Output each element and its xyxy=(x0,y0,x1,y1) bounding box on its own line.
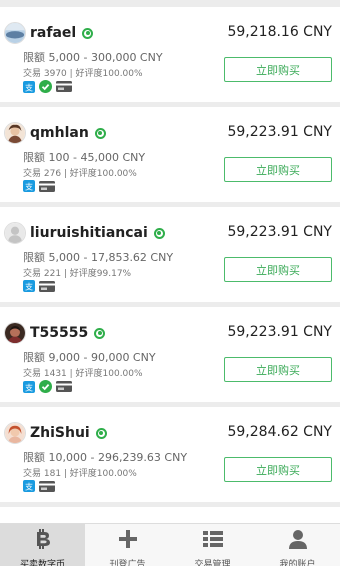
online-status-icon xyxy=(94,127,106,139)
offer-card: ZhiShui 59,284.62 CNY 限额 10,000 - 296,23… xyxy=(0,407,340,502)
bank-card-icon xyxy=(56,81,72,92)
offer-stats: 交易 276 | 好评度100.00% xyxy=(23,169,137,179)
tab-label: 交易管理 xyxy=(194,560,231,566)
buy-now-button[interactable]: 立即购买 xyxy=(224,257,332,282)
avatar[interactable] xyxy=(4,322,26,344)
svg-text:支: 支 xyxy=(25,182,33,192)
payment-methods: 支 xyxy=(23,80,76,93)
bank-card-icon xyxy=(39,480,55,492)
bitcoin-icon xyxy=(34,528,52,554)
tab-label: 买卖数字币 xyxy=(19,560,65,566)
offer-card: liuruishitiancai 59,223.91 CNY 限额 5,000 … xyxy=(0,207,340,302)
buy-now-button[interactable]: 立即购买 xyxy=(224,157,332,182)
tab-trade-management[interactable]: 交易管理 xyxy=(170,524,255,566)
avatar[interactable] xyxy=(4,22,26,44)
offer-stats: 交易 181 | 好评度100.00% xyxy=(23,469,137,479)
offer-price: 59,223.91 CNY xyxy=(227,324,332,340)
alipay-icon: 支 xyxy=(23,280,35,292)
offer-price: 59,218.16 CNY xyxy=(227,24,332,40)
alipay-icon: 支 xyxy=(23,480,35,492)
offer-limit: 限额 10,000 - 296,239.63 CNY xyxy=(23,451,188,464)
plus-icon xyxy=(118,528,138,554)
bottom-tab-bar: 买卖数字币 刊登广告 交易管理 我的账户 xyxy=(0,523,340,566)
payment-methods: 支 xyxy=(23,380,76,393)
payment-methods: 支 xyxy=(23,480,59,492)
user-icon xyxy=(288,528,308,554)
offer-stats: 交易 1431 | 好评度100.00% xyxy=(23,369,143,379)
bank-card-icon xyxy=(39,180,55,192)
offer-card: rafael 59,218.16 CNY 限额 5,000 - 300,000 … xyxy=(0,7,340,102)
svg-text:支: 支 xyxy=(25,482,33,492)
tab-label: 我的账户 xyxy=(279,560,316,566)
online-status-icon xyxy=(82,27,94,39)
seller-name[interactable]: qmhlan xyxy=(30,125,89,141)
seller-name[interactable]: T55555 xyxy=(30,325,88,341)
verified-icon xyxy=(39,380,52,393)
buy-now-button[interactable]: 立即购买 xyxy=(224,57,332,82)
payment-methods: 支 xyxy=(23,180,59,192)
seller-name[interactable]: ZhiShui xyxy=(30,425,90,441)
tab-label: 刊登广告 xyxy=(109,560,146,566)
alipay-icon: 支 xyxy=(23,80,35,93)
svg-text:支: 支 xyxy=(25,282,33,292)
tab-post-ad[interactable]: 刊登广告 xyxy=(85,524,170,566)
offer-card xyxy=(0,507,340,523)
offer-limit: 限额 100 - 45,000 CNY xyxy=(23,151,146,164)
offer-stats: 交易 3970 | 好评度100.00% xyxy=(23,69,143,79)
offer-limit: 限额 9,000 - 90,000 CNY xyxy=(23,351,156,364)
offer-limit: 限额 5,000 - 300,000 CNY xyxy=(23,51,163,64)
offer-limit: 限额 5,000 - 17,853.62 CNY xyxy=(23,251,174,264)
offer-price: 59,223.91 CNY xyxy=(227,224,332,240)
tab-trade-coins[interactable]: 买卖数字币 xyxy=(0,524,85,566)
verified-icon xyxy=(39,80,52,93)
tab-my-account[interactable]: 我的账户 xyxy=(255,524,340,566)
online-status-icon xyxy=(153,227,165,239)
list-icon xyxy=(202,528,224,554)
online-status-icon xyxy=(94,327,106,339)
seller-name[interactable]: liuruishitiancai xyxy=(30,225,148,241)
seller-name[interactable]: rafael xyxy=(30,25,76,41)
offer-price: 59,284.62 CNY xyxy=(227,424,332,440)
avatar[interactable] xyxy=(4,222,26,244)
buy-now-button[interactable]: 立即购买 xyxy=(224,357,332,382)
alipay-icon: 支 xyxy=(23,180,35,192)
offer-stats: 交易 221 | 好评度99.17% xyxy=(23,269,132,279)
svg-text:支: 支 xyxy=(25,82,33,92)
offer-card: T55555 59,223.91 CNY 限额 9,000 - 90,000 C… xyxy=(0,307,340,402)
offer-card: qmhlan 59,223.91 CNY 限额 100 - 45,000 CNY… xyxy=(0,107,340,202)
bank-card-icon xyxy=(39,280,55,292)
svg-text:支: 支 xyxy=(25,382,33,392)
bank-card-icon xyxy=(56,381,72,392)
offer-price: 59,223.91 CNY xyxy=(227,124,332,140)
avatar[interactable] xyxy=(4,422,26,444)
payment-methods: 支 xyxy=(23,280,59,292)
online-status-icon xyxy=(95,427,107,439)
alipay-icon: 支 xyxy=(23,380,35,393)
buy-now-button[interactable]: 立即购买 xyxy=(224,457,332,482)
avatar[interactable] xyxy=(4,122,26,144)
